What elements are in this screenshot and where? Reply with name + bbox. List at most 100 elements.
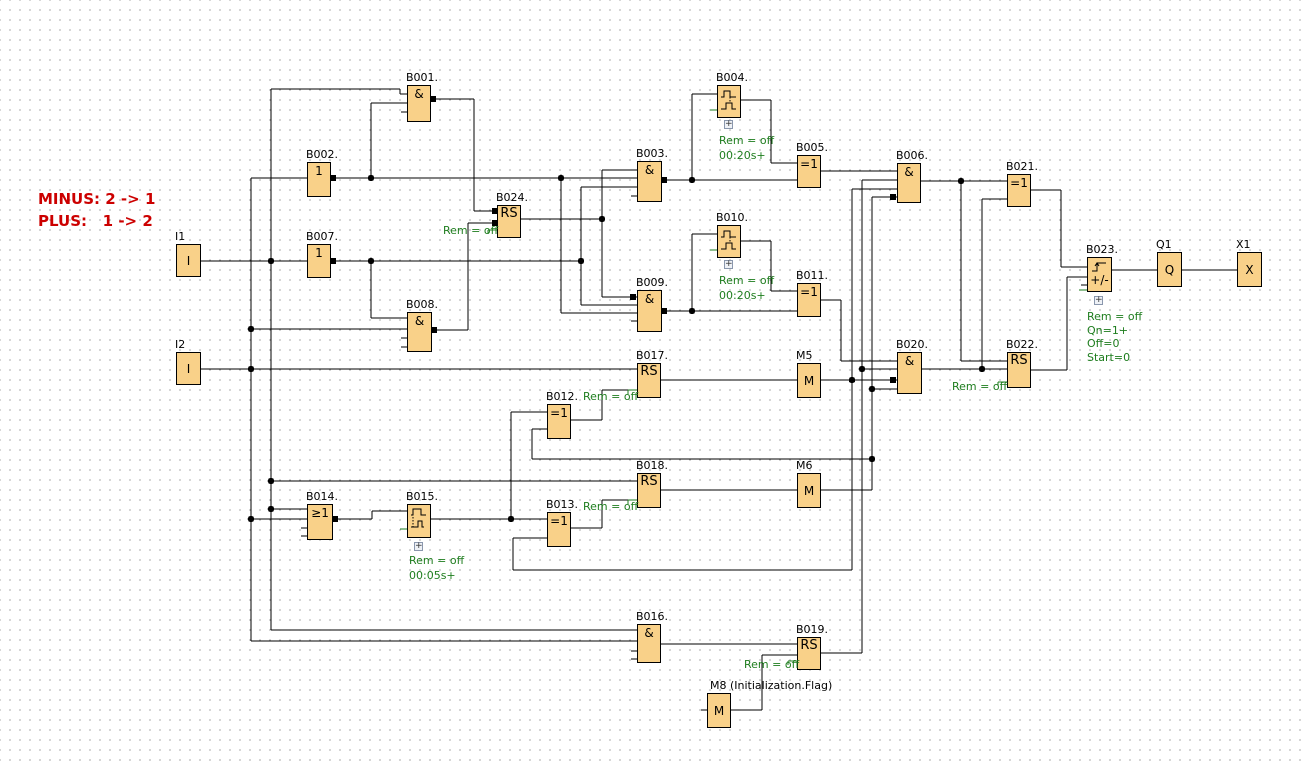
block-label-M6: M6: [796, 459, 813, 472]
block-label-B006: B006.: [896, 149, 929, 162]
block-label-B015: B015.: [406, 490, 439, 503]
block-B017[interactable]: RS: [637, 363, 661, 398]
block-B015[interactable]: [407, 504, 431, 538]
connector-handle: [890, 377, 896, 383]
block-I2[interactable]: I: [176, 352, 201, 385]
junction-dot: [978, 365, 986, 373]
parameter-text: Rem = off: [719, 274, 775, 287]
block-M5[interactable]: M: [797, 363, 821, 398]
block-label-M5: M5: [796, 349, 813, 362]
junction-dot: [868, 385, 876, 393]
parameter-text: Rem = off: [952, 380, 1008, 393]
block-label-B003: B003.: [636, 147, 669, 160]
block-B008[interactable]: &: [407, 312, 432, 352]
annotation-minus[interactable]: MINUS: 2 -> 1: [38, 189, 155, 210]
block-symbol: &: [644, 163, 655, 177]
connector-handle: [890, 194, 896, 200]
block-M6[interactable]: M: [797, 473, 821, 508]
block-label-B001: B001.: [406, 71, 439, 84]
block-label-B022: B022.: [1006, 338, 1039, 351]
block-symbol: =1: [800, 157, 818, 171]
block-B021[interactable]: =1: [1007, 174, 1031, 207]
block-B004[interactable]: [717, 85, 741, 118]
connector-handle: [630, 294, 636, 300]
block-Q1[interactable]: Q: [1157, 252, 1182, 287]
block-symbol: RS: [800, 638, 818, 653]
block-label-B011: B011.: [796, 269, 829, 282]
block-label-B018: B018.: [636, 459, 669, 472]
expand-parameter-icon[interactable]: +: [414, 542, 423, 551]
block-symbol: RS: [500, 206, 518, 221]
block-M8[interactable]: M: [707, 693, 731, 728]
block-B012[interactable]: =1: [547, 404, 571, 439]
pulse-latch-icon: [409, 506, 429, 533]
block-symbol: =1: [550, 514, 568, 528]
expand-parameter-icon[interactable]: +: [1094, 296, 1103, 305]
junction-dot: [267, 257, 275, 265]
junction-dot: [267, 477, 275, 485]
block-B023[interactable]: +/-: [1087, 257, 1112, 292]
block-label-B024: B024.: [496, 191, 529, 204]
block-B010[interactable]: [717, 225, 741, 258]
block-B002[interactable]: 1: [307, 162, 331, 197]
block-symbol: =1: [1010, 176, 1028, 190]
block-B018[interactable]: RS: [637, 473, 661, 508]
block-label-B012: B012.: [546, 390, 579, 403]
block-label-B002: B002.: [306, 148, 339, 161]
block-symbol: I: [186, 253, 191, 268]
parameter-text: 00:20s+: [719, 149, 766, 162]
block-B009[interactable]: &: [637, 290, 662, 332]
block-B001[interactable]: &: [407, 85, 431, 122]
block-symbol: &: [904, 165, 914, 179]
block-B016[interactable]: &: [637, 624, 661, 663]
block-label-B013: B013.: [546, 498, 579, 511]
block-symbol: ≥1: [311, 506, 329, 520]
junction-dot: [598, 215, 606, 223]
parameter-text: Start=0: [1087, 351, 1131, 364]
block-symbol: X: [1245, 262, 1254, 277]
block-X1[interactable]: X: [1237, 252, 1262, 287]
block-B020[interactable]: &: [897, 352, 922, 394]
block-label-B009: B009.: [636, 276, 669, 289]
updown-counter-icon: [1090, 259, 1110, 273]
block-label-B020: B020.: [896, 338, 929, 351]
block-label-X1: X1: [1236, 238, 1251, 251]
block-symbol: =1: [800, 285, 818, 299]
block-label-B014: B014.: [306, 490, 339, 503]
block-symbol: M: [713, 703, 725, 718]
block-symbol: &: [414, 87, 424, 101]
annotation-plus[interactable]: PLUS: 1 -> 2: [38, 211, 153, 232]
block-symbol: 1: [315, 164, 323, 178]
block-symbol: 1: [315, 246, 323, 260]
block-label-M8: M8 (Initialization.Flag): [710, 679, 833, 692]
junction-dot: [247, 515, 255, 523]
block-B019[interactable]: RS: [797, 637, 821, 670]
block-B011[interactable]: =1: [797, 283, 821, 317]
block-B007[interactable]: 1: [307, 244, 331, 278]
parameter-text: Rem = off: [409, 554, 465, 567]
block-symbol: +/-: [1090, 273, 1109, 287]
expand-parameter-icon[interactable]: +: [724, 260, 733, 269]
expand-parameter-icon[interactable]: +: [724, 120, 733, 129]
junction-dot: [557, 174, 565, 182]
junction-dot: [577, 257, 585, 265]
junction-dot: [247, 325, 255, 333]
junction-dot: [858, 365, 866, 373]
pulse-relay-icon: [719, 87, 739, 114]
junction-dot: [367, 257, 375, 265]
block-symbol: =1: [550, 406, 568, 420]
block-B024[interactable]: RS: [497, 205, 521, 238]
block-B013[interactable]: =1: [547, 512, 571, 547]
block-I1[interactable]: I: [176, 244, 201, 277]
pulse-relay-icon: [719, 227, 739, 254]
junction-dot: [507, 515, 515, 523]
junction-dot: [957, 177, 965, 185]
parameter-text: 00:20s+: [719, 289, 766, 302]
block-label-I2: I2: [175, 338, 186, 351]
block-symbol: RS: [640, 474, 658, 489]
block-B022[interactable]: RS: [1007, 352, 1031, 388]
block-B006[interactable]: &: [897, 163, 921, 203]
block-B005[interactable]: =1: [797, 155, 821, 188]
block-B014[interactable]: ≥1: [307, 504, 333, 540]
block-B003[interactable]: &: [637, 161, 662, 202]
